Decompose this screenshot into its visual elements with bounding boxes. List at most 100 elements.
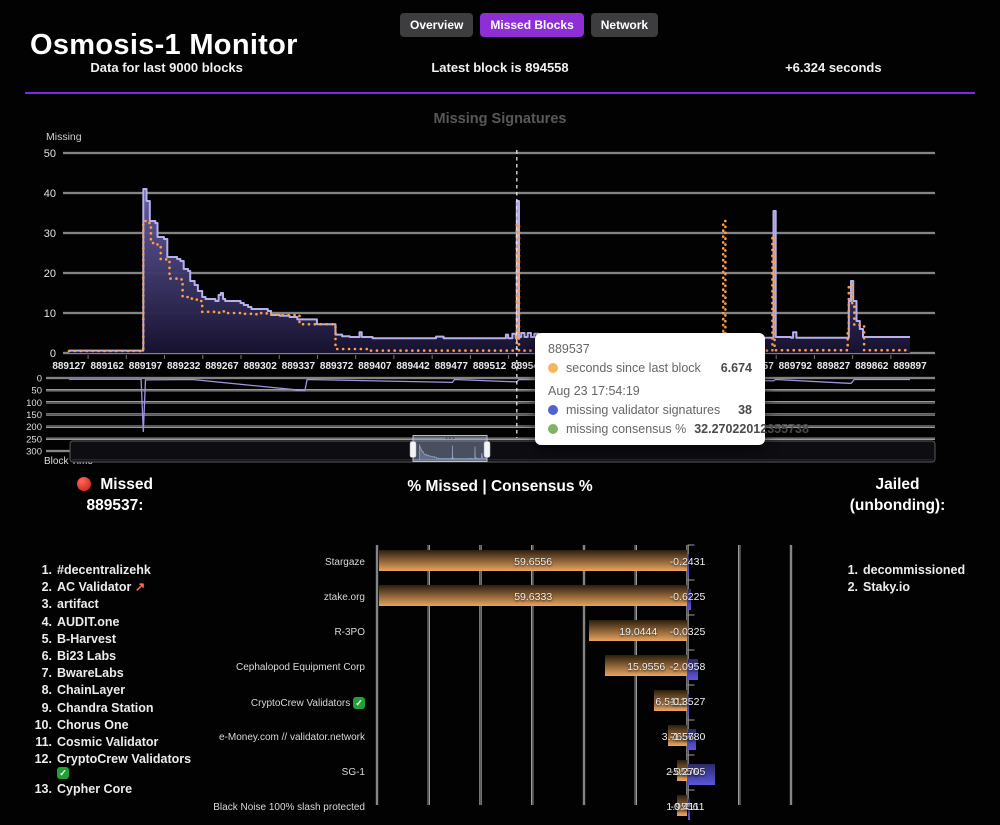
x-axis-label: 889197 <box>129 361 163 372</box>
list-item: 11.Cosmic Validator <box>26 736 296 749</box>
list-item-number: 3. <box>26 598 52 611</box>
mini-y-axis-label: 300 <box>26 447 42 458</box>
list-item: 12.CryptoCrew Validators ✓ <box>26 753 296 779</box>
tooltip-time: Aug 23 17:54:19 <box>548 384 752 398</box>
validator-name: CryptoCrew Validators ✓ <box>57 753 191 779</box>
tooltip-row: seconds since last block 6.674 <box>548 361 752 375</box>
bar-category-label: Black Noise 100% slash protected <box>0 802 371 813</box>
list-item-number: 7. <box>26 667 52 680</box>
list-item: 7. BwareLabs <box>26 667 296 680</box>
x-axis-label: 889862 <box>855 361 889 372</box>
list-item-number: 2. <box>26 581 52 594</box>
y-axis-label: 10 <box>44 308 56 320</box>
series-dot-seconds <box>548 363 558 373</box>
x-axis-label: 889302 <box>243 361 277 372</box>
tab-overview[interactable]: Overview <box>400 13 473 37</box>
tooltip-row: missing consensus % 32.27022012355738 <box>548 422 752 436</box>
datazoom-handle-left[interactable] <box>410 442 416 458</box>
list-item: 2. AC Validator ↗ <box>26 581 296 594</box>
mini-y-axis-label: 250 <box>26 434 42 445</box>
list-item: 1. decommissioned <box>832 564 997 577</box>
list-item: 9. Chandra Station <box>26 702 296 715</box>
rocket-icon: ↗ <box>135 580 145 594</box>
mini-gridline <box>46 414 935 415</box>
jailed-section-header: Jailed (unbonding): <box>800 474 995 516</box>
validator-name: ChainLayer <box>57 684 125 697</box>
missed-section-header: Missed 889537: <box>25 474 205 516</box>
bar-consensus-value: -5.2705 <box>670 766 706 778</box>
mini-y-axis-label: 150 <box>26 410 42 421</box>
bar-consensus-value: -0.2431 <box>670 556 706 568</box>
check-icon: ✓ <box>353 697 365 709</box>
jailed-validators-list: 1. decommissioned 2.Staky.io <box>832 564 997 598</box>
x-axis-label: 889232 <box>167 361 201 372</box>
tab-bar: Overview Missed Blocks Network <box>400 13 658 37</box>
y-axis-label: 20 <box>44 268 56 280</box>
y-axis-label: 30 <box>44 228 56 240</box>
list-item: 4.AUDIT.one <box>26 616 296 629</box>
validator-name: AC Validator ↗ <box>57 581 145 594</box>
bar-plot-area: 15.9556 -2.0958 <box>371 650 1000 685</box>
bar-missed-value: 19.0444 <box>619 626 657 638</box>
bar-consensus-value: -0.0325 <box>670 626 706 638</box>
x-axis-label: 889127 <box>52 361 86 372</box>
list-item-number: 6. <box>26 650 52 663</box>
tooltip-block: 889537 <box>548 342 752 356</box>
list-item-number: 11. <box>26 736 52 749</box>
mini-y-axis-label: 50 <box>31 386 42 397</box>
y-axis-name: Missing <box>46 131 82 143</box>
red-dot-icon <box>77 477 91 491</box>
missed-validators-list: 1. #decentralizehk 2. AC Validator ↗ 3. artif… <box>26 564 296 800</box>
list-item: 2.Staky.io <box>832 581 997 594</box>
bar-missed-value: 15.9556 <box>627 661 665 673</box>
list-item-number: 12. <box>26 753 52 779</box>
datazoom-track[interactable] <box>70 441 935 462</box>
mini-y-axis-label: 200 <box>26 422 42 433</box>
x-axis-label: 889477 <box>435 361 469 372</box>
chart-tooltip: 889537 seconds since last block 6.674 Au… <box>535 333 765 445</box>
list-item-number: 2. <box>832 581 858 594</box>
validator-name: artifact <box>57 598 99 611</box>
x-axis-label: 889792 <box>779 361 813 372</box>
x-axis-label: 889372 <box>320 361 354 372</box>
mini-gridline <box>46 377 935 378</box>
tab-missed-blocks[interactable]: Missed Blocks <box>480 13 583 37</box>
bar-consensus-value: -1.5780 <box>670 731 706 743</box>
tab-network[interactable]: Network <box>591 13 658 37</box>
validator-name: Chandra Station <box>57 702 154 715</box>
x-axis-label: 889442 <box>396 361 430 372</box>
bar-plot-area: 3.7656-1.5780 <box>371 720 1000 755</box>
mini-y-axis-label: 100 <box>26 398 42 409</box>
datazoom-grip-dot <box>449 437 451 439</box>
mini-gridline <box>46 438 935 439</box>
list-item-number: 9. <box>26 702 52 715</box>
list-item-number: 5. <box>26 633 52 646</box>
list-item-number: 1. <box>26 564 52 577</box>
list-item: 8. ChainLayer <box>26 684 296 697</box>
list-item-number: 13. <box>26 783 52 796</box>
validator-name: #decentralizehk <box>57 564 151 577</box>
list-item-number: 4. <box>26 616 52 629</box>
missing-signatures-area[interactable] <box>69 189 910 353</box>
x-axis-label: 889407 <box>358 361 392 372</box>
mini-gridline <box>46 402 935 403</box>
list-item: 6.Bi23 Labs <box>26 650 296 663</box>
y-axis-label: 40 <box>44 188 56 200</box>
list-item: 1. #decentralizehk <box>26 564 296 577</box>
validator-name: decommissioned <box>863 564 965 577</box>
bar-consensus-value: -0.3527 <box>670 696 706 708</box>
bar-plot-area: 6.5111-0.3527 <box>371 685 1000 720</box>
datazoom-selection[interactable] <box>413 436 487 462</box>
list-item-number: 8. <box>26 684 52 697</box>
list-item-number: 1. <box>832 564 858 577</box>
x-axis-label: 889512 <box>473 361 507 372</box>
datazoom-handle-right[interactable] <box>484 442 490 458</box>
tooltip-row: missing validator signatures 38 <box>548 403 752 417</box>
bar-consensus-value: -2.0958 <box>670 661 706 673</box>
bar-plot-area: 2.0556-5.2705 <box>371 755 1000 790</box>
list-item: 10.Chorus One <box>26 719 296 732</box>
validator-name: BwareLabs <box>57 667 124 680</box>
validator-name: Cypher Core <box>57 783 132 796</box>
list-item: 5.B-Harvest <box>26 633 296 646</box>
mini-y-axis-label: 0 <box>37 374 42 385</box>
